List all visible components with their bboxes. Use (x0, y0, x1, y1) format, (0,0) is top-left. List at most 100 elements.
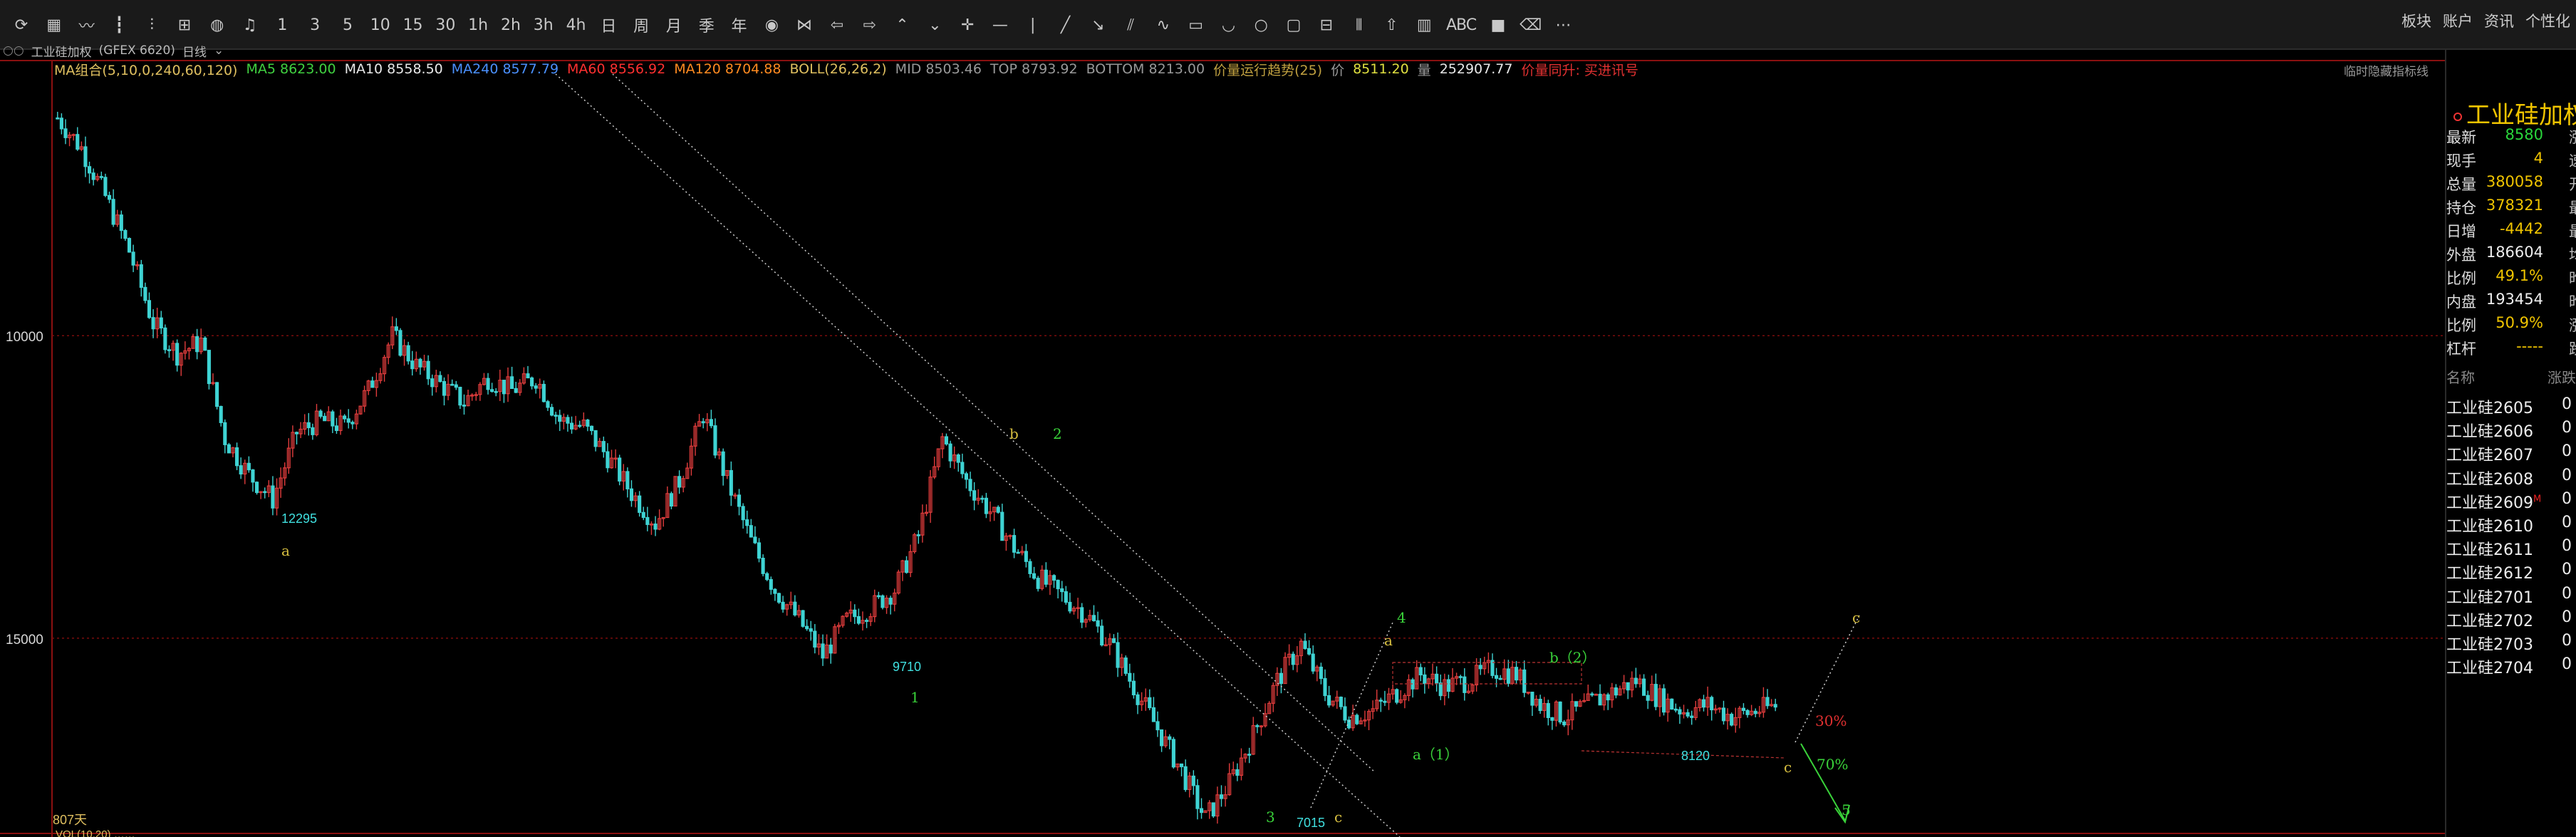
trend-line-icon[interactable]: ╱ (1050, 9, 1081, 41)
globe-icon[interactable]: ◍ (202, 9, 233, 41)
contract-list-item[interactable]: 工业硅2703 0 (2446, 632, 2576, 655)
chevron-down-icon[interactable]: ⌄ (214, 43, 224, 58)
contract-list-item[interactable]: 工业硅2612 0 (2446, 561, 2576, 584)
candle-body (1590, 693, 1594, 696)
arc-icon[interactable]: ◡ (1212, 9, 1244, 41)
arrow-left-icon[interactable]: ⇦ (821, 9, 853, 41)
period-30-button[interactable]: 30 (430, 9, 461, 41)
ma-item[interactable]: MA10 8558.50 (345, 61, 443, 77)
candle-body (119, 214, 123, 232)
grid-icon[interactable]: ⊞ (169, 9, 200, 41)
period-3h-button[interactable]: 3h (528, 9, 559, 41)
columns-icon[interactable]: ⦀ (1344, 9, 1375, 41)
bell-icon[interactable]: ♫ (234, 9, 266, 41)
circle-icon[interactable]: ○ (1245, 9, 1277, 41)
candle-body (1506, 668, 1510, 684)
ma-item[interactable]: BOLL(26,26,2) (789, 61, 886, 77)
more-icon[interactable]: ⋯ (1547, 9, 1579, 41)
line-chart-icon[interactable]: 〰 (71, 9, 103, 41)
period-4h-button[interactable]: 4h (561, 9, 592, 41)
wave-icon[interactable]: ∿ (1148, 9, 1179, 41)
ma-item[interactable]: MA5 8623.00 (246, 61, 336, 77)
ma-item[interactable]: TOP 8793.92 (990, 61, 1078, 77)
contract-list-item[interactable]: 工业硅2704 0 (2446, 655, 2576, 679)
ma-item[interactable]: 价量运行趋势(25) (1213, 60, 1322, 79)
contract-list-item[interactable]: 工业硅2609M 0 (2446, 490, 2576, 514)
rectangle-icon[interactable]: ▭ (1180, 9, 1212, 41)
menu-news[interactable]: 资讯 (2484, 10, 2514, 31)
hide-indicator-note[interactable]: 临时隐藏指标线 (2344, 61, 2429, 79)
candle-body (1111, 638, 1116, 643)
period-year-button[interactable]: 年 (724, 9, 755, 41)
ma-item[interactable]: 252907.77 (1440, 61, 1513, 77)
contract-list-item[interactable]: 工业硅2605 0 (2446, 395, 2576, 419)
bar-chart-icon[interactable]: ▥ (1408, 9, 1440, 41)
chevrons-up-icon[interactable]: ⌃ (887, 9, 918, 41)
period-5-button[interactable]: 5 (332, 9, 363, 41)
contract-list-item[interactable]: 工业硅2607 0 (2446, 442, 2576, 466)
period-day-button[interactable]: 日 (593, 9, 624, 41)
period-week-button[interactable]: 周 (625, 9, 657, 41)
menu-account[interactable]: 账户 (2443, 10, 2473, 31)
stat-value: 4 (2533, 150, 2543, 167)
ma-item[interactable]: BOTTOM 8213.00 (1086, 61, 1205, 77)
ma-item[interactable]: MA120 8704.88 (674, 61, 781, 77)
price-point-label: 7015 (1297, 816, 1325, 830)
ma-item[interactable]: MA组合(5,10,0,240,60,120) (54, 60, 237, 79)
ma-item[interactable]: MID 8503.46 (895, 61, 982, 77)
period-10-button[interactable]: 10 (365, 9, 396, 41)
period-1-button[interactable]: 1 (266, 9, 298, 41)
menu-personalize[interactable]: 个性化 (2525, 10, 2570, 31)
ma-item[interactable]: 价 (1331, 60, 1344, 79)
eraser-icon[interactable]: ⌫ (1515, 9, 1547, 41)
candle-body (1028, 561, 1032, 574)
candle-body (1255, 725, 1260, 727)
contract-list-item[interactable]: 工业硅2611 0 (2446, 537, 2576, 561)
refresh-icon[interactable]: ⟳ (6, 9, 37, 41)
arrow-right-icon[interactable]: ⇨ (854, 9, 886, 41)
candle-body (1558, 701, 1562, 723)
fill-icon[interactable]: ■ (1482, 9, 1514, 41)
up-arrow-icon[interactable]: ⇧ (1376, 9, 1407, 41)
period-month-button[interactable]: 月 (658, 9, 690, 41)
contract-list-item[interactable]: 工业硅2610 0 (2446, 514, 2576, 537)
period-select[interactable]: 日线 (182, 42, 207, 60)
ma-item[interactable]: 价量同升: 买进讯号 (1521, 60, 1638, 79)
candle-body (1339, 697, 1343, 707)
period-15-button[interactable]: 15 (398, 9, 429, 41)
text-tool-button[interactable]: ABC (1441, 9, 1481, 41)
ma-item[interactable]: MA60 8556.92 (567, 61, 665, 77)
horizontal-line-icon[interactable]: — (985, 9, 1016, 41)
ma-item[interactable]: 量 (1418, 60, 1431, 79)
square-icon[interactable]: ▢ (1278, 9, 1309, 41)
period-3-button[interactable]: 3 (299, 9, 331, 41)
ma-item[interactable]: 8511.20 (1353, 61, 1409, 77)
period-1h-button[interactable]: 1h (462, 9, 494, 41)
period-season-button[interactable]: 季 (691, 9, 722, 41)
table-icon[interactable]: ▦ (38, 9, 70, 41)
ray-icon[interactable]: ↘ (1082, 9, 1113, 41)
bowtie-icon[interactable]: ⋈ (789, 9, 820, 41)
vertical-line-icon[interactable]: | (1017, 9, 1049, 41)
contract-list-item[interactable]: 工业硅2606 0 (2446, 419, 2576, 442)
contract-list-item[interactable]: 工业硅2702 0 (2446, 608, 2576, 632)
ma-item[interactable]: MA240 8577.79 (452, 61, 559, 77)
symbol-prefix-icon[interactable]: ○○ (3, 43, 24, 58)
symbol-name[interactable]: 工业硅加权 (31, 42, 92, 60)
contract-list-item[interactable]: 工业硅2608 0 (2446, 467, 2576, 490)
menu-sectors[interactable]: 板块 (2401, 10, 2431, 31)
chart-canvas[interactable]: 150001000012295971070158120a1b 23 c4aa（1）b… (0, 60, 2445, 837)
contract-change: 0 (2562, 489, 2572, 508)
fibonacci-icon[interactable]: ⊟ (1311, 9, 1342, 41)
candle-body (1036, 578, 1040, 589)
candlestick-icon[interactable]: ┇ (103, 9, 135, 41)
period-2h-button[interactable]: 2h (495, 9, 526, 41)
parallel-line-icon[interactable]: ⫽ (1115, 9, 1146, 41)
kline-chart[interactable]: 15000 10000 12295 9710 7015 8120 a 1 b 2 3 c 4 a a（1） b… (0, 60, 2445, 837)
candle-body (418, 358, 422, 368)
chevrons-down-icon[interactable]: ⌄ (919, 9, 950, 41)
eye-icon[interactable]: ◉ (756, 9, 787, 41)
crosshair-icon[interactable]: ✛ (952, 9, 983, 41)
bars-icon[interactable]: ⫶ (136, 9, 167, 41)
contract-list-item[interactable]: 工业硅2701 0 (2446, 585, 2576, 608)
